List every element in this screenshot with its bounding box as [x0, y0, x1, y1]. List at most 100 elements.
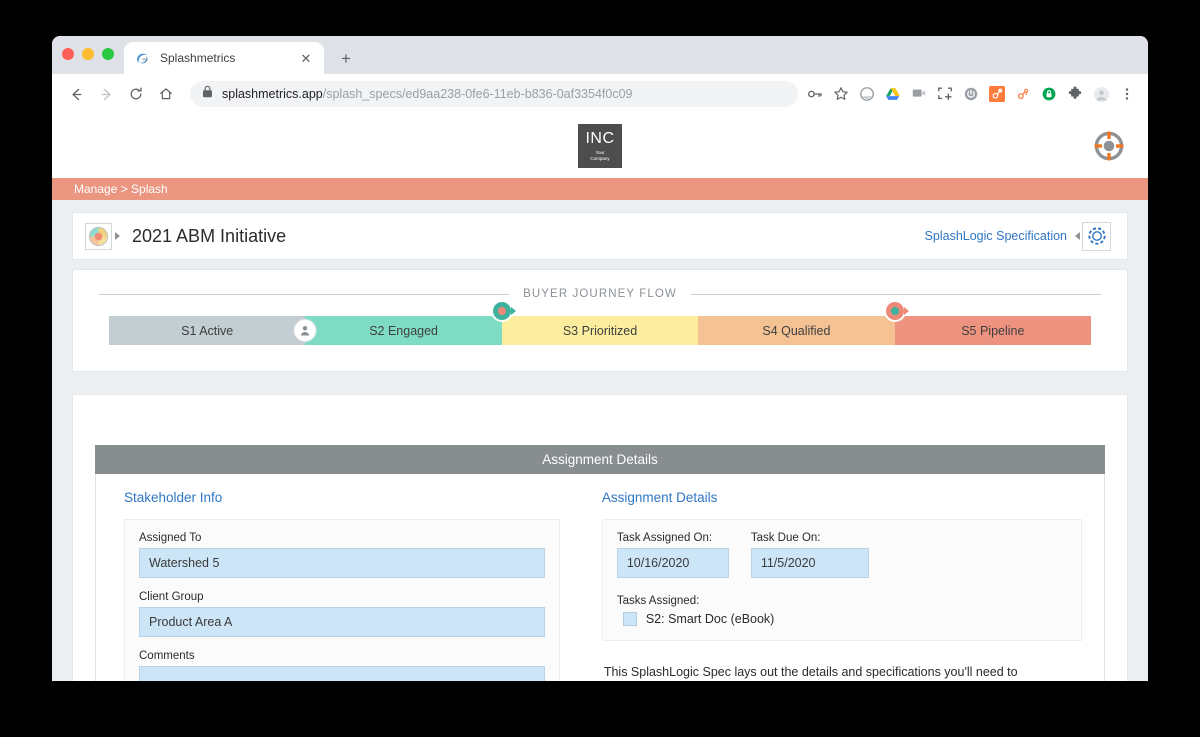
- buyer-journey-flow: S1 Active S2 Engaged S3 Prioritized S4 Qual…: [109, 302, 1092, 345]
- spec-detail-panel: Assignment Details Stakeholder Info Assi…: [72, 394, 1128, 681]
- google-drive-icon[interactable]: [884, 85, 902, 103]
- video-chat-icon[interactable]: [910, 85, 928, 103]
- journey-stage-label: S3 Prioritized: [562, 323, 638, 338]
- circle-gray-icon[interactable]: [858, 85, 876, 103]
- tab-title: Splashmetrics: [160, 51, 236, 65]
- bookmark-star-icon[interactable]: [832, 85, 850, 103]
- hubspot-sprocket-orange-icon[interactable]: [988, 85, 1006, 103]
- journey-stage-label: S1 Active: [181, 323, 234, 338]
- assignment-details-body: Stakeholder Info Assigned To Watershed 5…: [95, 474, 1105, 681]
- spec-description-paragraph: This SplashLogic Spec lays out the detai…: [603, 665, 1018, 679]
- comments-field[interactable]: [139, 666, 545, 681]
- company-logo: INC Your Company: [578, 124, 622, 168]
- browser-window: sm Splashmetrics ✕ + splashmetrics.app/s…: [52, 36, 1148, 681]
- task-due-on-field[interactable]: 11/5/2020: [750, 548, 869, 578]
- stakeholder-info-column: Stakeholder Info Assigned To Watershed 5…: [96, 490, 580, 681]
- assigned-to-label: Assigned To: [139, 532, 202, 544]
- assignment-details-header: Assignment Details: [95, 445, 1105, 474]
- stakeholder-fields: Assigned To Watershed 5 Client Group Pro…: [124, 519, 560, 681]
- close-window-button[interactable]: [62, 48, 74, 60]
- task-assigned-on-field[interactable]: 10/16/2020: [616, 548, 729, 578]
- secure-lock-icon: [202, 85, 213, 103]
- hubspot-sprocket-outline-icon[interactable]: [1014, 85, 1032, 103]
- logo-sub-line1: Your: [595, 149, 605, 155]
- journey-stage-3[interactable]: S3 Prioritized: [501, 316, 699, 345]
- date-row: Task Assigned On: 10/16/2020 Task Due On…: [616, 532, 1067, 578]
- browser-toolbar: splashmetrics.app/splash_specs/ed9aa238-…: [52, 74, 1148, 114]
- shield-power-icon[interactable]: [962, 85, 980, 103]
- back-button[interactable]: [62, 80, 90, 108]
- logo-sub-line2: Company: [590, 155, 610, 161]
- client-group-label: Client Group: [139, 591, 204, 603]
- client-group-field[interactable]: Product Area A: [139, 607, 545, 637]
- screenshot-capture-icon[interactable]: [936, 85, 954, 103]
- maximize-window-button[interactable]: [102, 48, 114, 60]
- reload-button[interactable]: [122, 80, 150, 108]
- minimize-window-button[interactable]: [82, 48, 94, 60]
- journey-stage-label: S2 Engaged: [369, 323, 439, 338]
- password-key-icon[interactable]: [806, 85, 824, 103]
- buyer-journey-card: BUYER JOURNEY FLOW S1 Active S2 Engaged S3…: [72, 269, 1128, 372]
- journey-stage-1[interactable]: S1 Active: [109, 316, 306, 345]
- task-due-on-label: Task Due On:: [750, 532, 821, 544]
- comments-label: Comments: [139, 650, 195, 662]
- url-text: splashmetrics.app/splash_specs/ed9aa238-…: [222, 87, 632, 101]
- page-content: INC Your Company Manage > Splash 2021 AB…: [52, 114, 1148, 681]
- splashmetrics-favicon-icon: sm: [134, 50, 150, 66]
- initiative-segments-icon[interactable]: [85, 222, 112, 250]
- green-lock-icon[interactable]: [1040, 85, 1058, 103]
- task-assigned-on-group: Task Assigned On: 10/16/2020: [616, 532, 729, 578]
- assignment-details-heading: Assignment Details: [601, 490, 718, 505]
- marker-center-dot: [890, 307, 899, 315]
- journey-stage-4[interactable]: S4 Qualified: [698, 316, 895, 345]
- logo-main-text: INC: [585, 129, 615, 147]
- breadcrumb-text[interactable]: Manage > Splash: [74, 182, 168, 196]
- journey-divider-left: [99, 293, 510, 295]
- initiative-title-card: 2021 ABM Initiative SplashLogic Specific…: [72, 212, 1128, 260]
- lifesaver-support-icon[interactable]: [1092, 129, 1126, 163]
- journey-stage-2[interactable]: S2 Engaged: [305, 316, 502, 345]
- persona-avatar-icon[interactable]: [293, 319, 317, 342]
- stage-marker-s4-s5[interactable]: [885, 302, 909, 320]
- logo-sub-text: Your Company: [590, 150, 609, 161]
- task-assigned-on-label: Task Assigned On:: [616, 532, 713, 544]
- url-path: /splash_specs/ed9aa238-0fe6-11eb-b836-0a…: [322, 87, 633, 101]
- close-tab-icon[interactable]: ✕: [298, 50, 314, 66]
- stage-marker-s2-s3[interactable]: [492, 302, 516, 320]
- journey-stage-5[interactable]: S5 Pipeline: [894, 316, 1092, 345]
- spec-caret-icon: [1075, 232, 1080, 240]
- assignment-details-block: Assignment Details Stakeholder Info Assi…: [95, 445, 1105, 681]
- page-title: 2021 ABM Initiative: [132, 225, 287, 246]
- svg-text:sm: sm: [142, 57, 148, 62]
- assignment-details-column: Assignment Details Task Assigned On: 10/…: [580, 490, 1104, 681]
- splashlogic-gear-icon[interactable]: [1082, 221, 1111, 251]
- address-bar[interactable]: splashmetrics.app/splash_specs/ed9aa238-…: [190, 81, 798, 107]
- task-label: S2: Smart Doc (eBook): [645, 612, 775, 626]
- assigned-to-field[interactable]: Watershed 5: [139, 548, 545, 578]
- journey-stage-label: S4 Qualified: [762, 323, 831, 338]
- journey-stage-label: S5 Pipeline: [961, 323, 1025, 338]
- task-checkbox[interactable]: [622, 612, 637, 626]
- browser-tabstrip: sm Splashmetrics ✕ +: [52, 36, 1148, 74]
- marker-pointer-icon: [510, 307, 516, 315]
- new-tab-button[interactable]: +: [336, 48, 356, 68]
- task-due-on-group: Task Due On: 11/5/2020: [750, 532, 869, 578]
- stakeholder-info-heading: Stakeholder Info: [124, 490, 223, 505]
- extension-icons: [806, 85, 1138, 103]
- journey-title-row: BUYER JOURNEY FLOW: [99, 288, 1101, 300]
- browser-tab[interactable]: sm Splashmetrics ✕: [124, 42, 324, 74]
- home-button[interactable]: [152, 80, 180, 108]
- profile-avatar-icon[interactable]: [1092, 85, 1110, 103]
- initiative-expand-caret-icon[interactable]: [115, 232, 120, 240]
- task-item[interactable]: S2: Smart Doc (eBook): [617, 612, 1067, 626]
- marker-pointer-icon: [903, 307, 909, 315]
- puzzle-extension-icon[interactable]: [1066, 85, 1084, 103]
- tasks-assigned-label: Tasks Assigned:: [616, 595, 700, 607]
- assignment-fields: Task Assigned On: 10/16/2020 Task Due On…: [601, 519, 1082, 641]
- forward-button[interactable]: [92, 80, 120, 108]
- window-traffic-lights: [62, 48, 114, 60]
- marker-center-dot: [497, 307, 506, 315]
- splashlogic-spec-link[interactable]: SplashLogic Specification: [925, 229, 1067, 243]
- chrome-menu-icon[interactable]: [1118, 85, 1136, 103]
- breadcrumb: Manage > Splash: [52, 178, 1148, 200]
